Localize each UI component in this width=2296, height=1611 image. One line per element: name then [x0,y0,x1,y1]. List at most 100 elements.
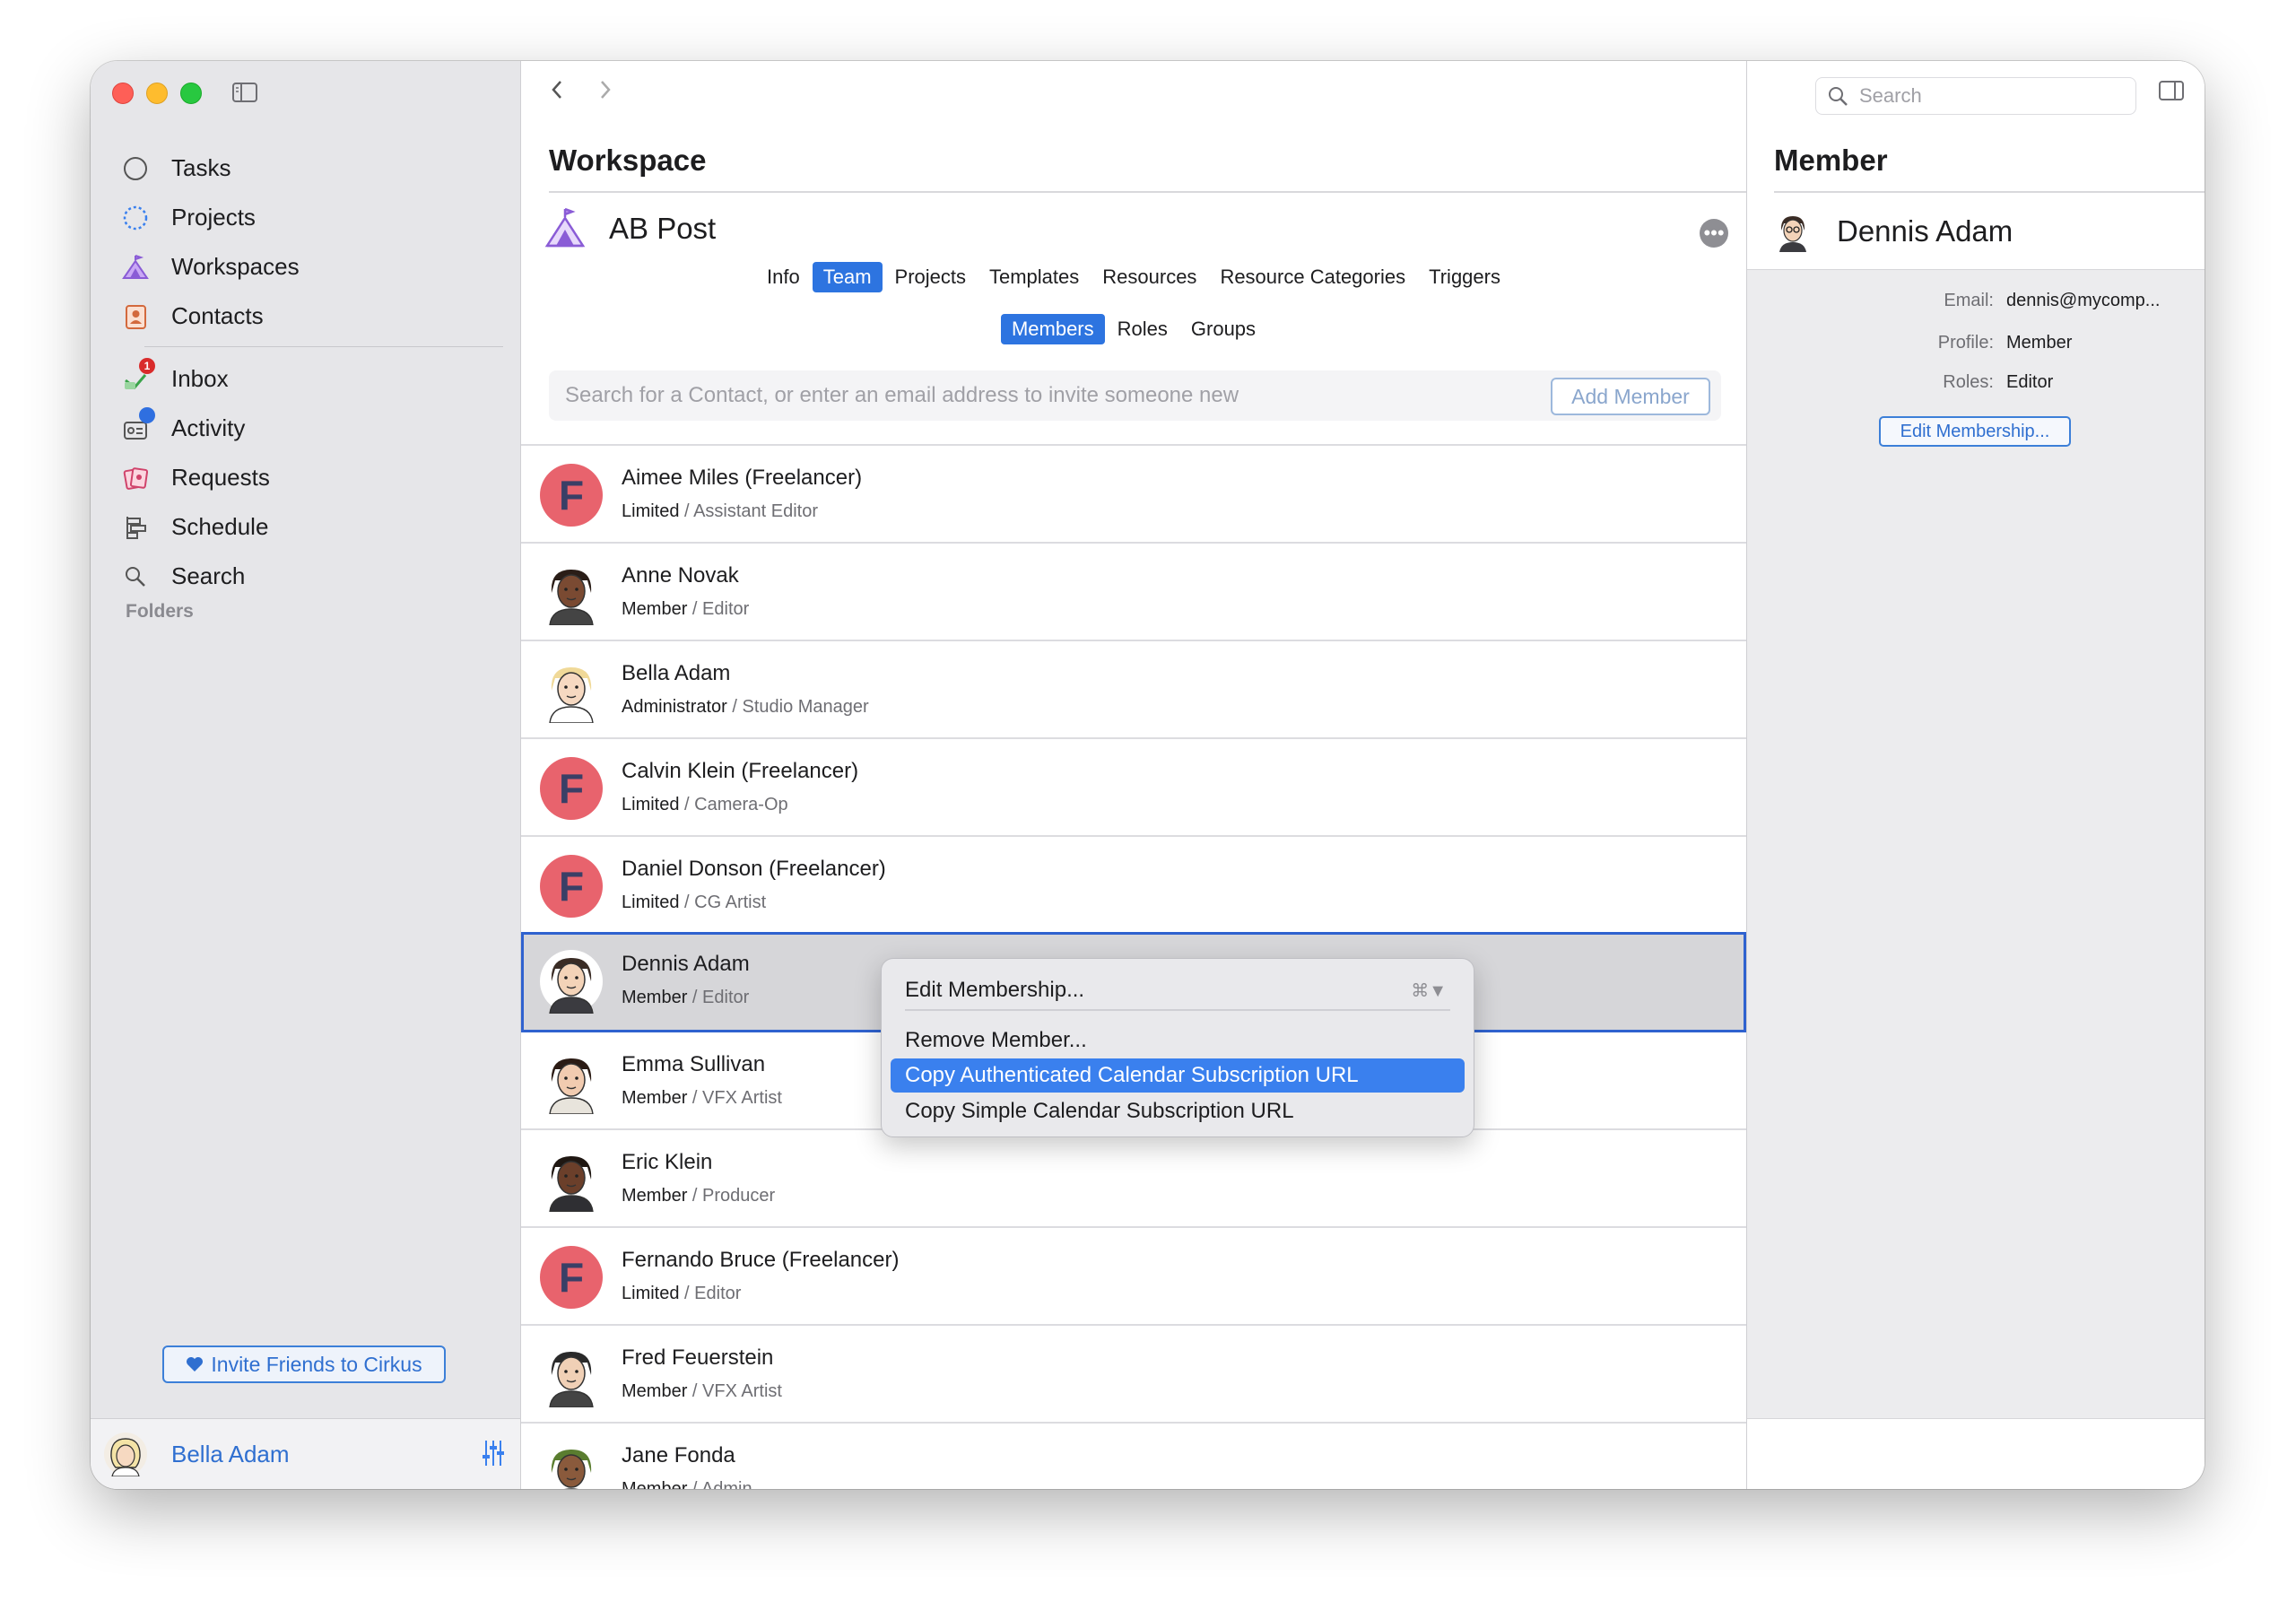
member-row[interactable]: Jane Fonda Member / Admin [521,1424,1746,1489]
tab-resource-categories[interactable]: Resource Categories [1209,262,1416,292]
member-row[interactable]: F Aimee Miles (Freelancer) Limited / Assis… [521,446,1746,544]
add-member-button[interactable]: Add Member [1551,378,1710,415]
role-separator: / [679,795,695,814]
team-subtabs: Members Roles Groups [521,314,1746,344]
menu-copy-simple-calendar-url[interactable]: Copy Simple Calendar Subscription URL [891,1094,1465,1128]
member-search-field[interactable]: Search for a Contact, or enter an email … [549,370,1721,421]
menu-edit-membership[interactable]: Edit Membership... ⌘▼ [891,973,1465,1007]
sidebar-item-contacts[interactable]: Contacts [117,292,494,341]
sidebar-item-inbox[interactable]: 1 Inbox [117,354,494,404]
invite-friends-button[interactable]: Invite Friends to Cirkus [162,1345,446,1383]
role-separator: / [679,1284,695,1303]
member-profile: Member [622,1381,688,1401]
member-row[interactable]: Bella Adam Administrator / Studio Manager [521,641,1746,739]
role-separator: / [687,599,703,619]
sidebar-item-search[interactable]: Search [117,552,494,601]
member-name: Aimee Miles (Freelancer) [622,466,863,490]
member-row[interactable]: Fred Feuerstein Member / VFX Artist [521,1326,1746,1424]
member-role: CG Artist [694,893,767,912]
member-role: Editor [694,1284,742,1303]
folders-heading[interactable]: Folders [126,601,194,623]
member-profile: Member [622,1186,688,1206]
sidebar-item-workspaces[interactable]: Workspaces [117,242,494,292]
sidebar: Tasks Projects Workspaces Contacts 1 Inb… [91,61,521,1489]
zoom-window-button[interactable] [180,83,202,104]
member-profile-role: Limited / Editor [622,1284,741,1304]
forward-button[interactable] [595,79,616,100]
member-role: Editor [702,988,750,1007]
member-profile: Member [622,1088,688,1108]
member-avatar [540,659,603,723]
freelancer-avatar: F [540,1246,603,1309]
member-profile: Member [622,988,688,1007]
tent-icon [544,207,586,248]
subtab-members[interactable]: Members [1000,314,1105,344]
edit-membership-button[interactable]: Edit Membership... [1879,416,2071,447]
subtab-groups[interactable]: Groups [1180,314,1266,344]
subtab-roles[interactable]: Roles [1107,314,1178,344]
sidebar-item-label: Workspaces [171,253,300,280]
menu-item-label: Edit Membership... [905,978,1085,1002]
sidebar-toggle-icon[interactable] [232,83,257,102]
member-profile-role: Member / VFX Artist [622,1381,782,1402]
inspector-footer [1747,1418,2205,1489]
more-options-button[interactable]: ••• [1700,219,1728,248]
member-profile-role: Member / Editor [622,599,749,620]
tab-triggers[interactable]: Triggers [1418,262,1511,292]
sidebar-item-schedule[interactable]: Schedule [117,502,494,552]
svg-text:F: F [559,863,584,910]
svg-text:F: F [559,1254,584,1301]
member-role: Assistant Editor [693,501,819,521]
sidebar-item-projects[interactable]: Projects [117,193,494,242]
heart-icon [187,1357,204,1372]
tab-resources[interactable]: Resources [1091,262,1207,292]
member-name: Fernando Bruce (Freelancer) [622,1248,900,1272]
member-row[interactable]: F Fernando Bruce (Freelancer) Limited / Ed… [521,1228,1746,1326]
member-name: Calvin Klein (Freelancer) [622,759,859,783]
sidebar-item-activity[interactable]: Activity [117,404,494,453]
detail-value: dennis@mycomp... [2006,291,2161,310]
role-separator: / [687,988,703,1007]
close-window-button[interactable] [112,83,134,104]
back-button[interactable] [546,79,568,100]
member-name: Fred Feuerstein [622,1345,774,1370]
freelancer-avatar: F [540,855,603,918]
member-role: Editor [702,599,750,619]
role-separator: / [687,1381,703,1401]
member-name: Bella Adam [622,661,731,685]
tab-info[interactable]: Info [756,262,811,292]
member-row[interactable]: Anne Novak Member / Editor [521,544,1746,641]
tab-projects[interactable]: Projects [884,262,977,292]
invite-friends-label: Invite Friends to Cirkus [211,1352,422,1376]
current-user-bar[interactable]: Bella Adam [91,1418,520,1489]
title-divider [549,191,1746,193]
inspector-toggle-icon[interactable] [2159,81,2184,100]
member-row[interactable]: Eric Klein Member / Producer [521,1130,1746,1228]
menu-copy-authenticated-calendar-url[interactable]: Copy Authenticated Calendar Subscription… [891,1058,1465,1093]
role-separator: / [679,893,695,912]
detail-value: Member [2006,333,2073,353]
member-name: Jane Fonda [622,1443,735,1467]
menu-item-label: Copy Authenticated Calendar Subscription… [905,1063,1359,1087]
sidebar-item-tasks[interactable]: Tasks [117,144,494,193]
member-profile-role: Member / Admin [622,1479,752,1489]
role-separator: / [687,1088,703,1108]
context-menu: Edit Membership... ⌘▼ Remove Member... C… [881,958,1474,1137]
member-row[interactable]: F Calvin Klein (Freelancer) Limited / Came… [521,739,1746,837]
dotted-circle-icon [117,200,153,236]
inbox-icon: 1 [117,357,155,397]
chevron-left-icon [552,81,561,99]
menu-remove-member[interactable]: Remove Member... [891,1023,1465,1058]
minimize-window-button[interactable] [146,83,168,104]
member-avatar [540,1148,603,1212]
settings-sliders-icon[interactable] [481,1439,506,1467]
sidebar-item-label: Activity [171,414,246,441]
tab-team[interactable]: Team [812,262,883,292]
menu-item-label: Copy Simple Calendar Subscription URL [905,1099,1294,1123]
member-profile-role: Member / Producer [622,1186,775,1206]
inspector-search-field[interactable]: Search [1815,77,2136,115]
sidebar-item-requests[interactable]: Requests [117,453,494,502]
member-profile: Limited [622,893,680,912]
member-row[interactable]: F Daniel Donson (Freelancer) Limited / CG … [521,837,1746,935]
tab-templates[interactable]: Templates [978,262,1090,292]
